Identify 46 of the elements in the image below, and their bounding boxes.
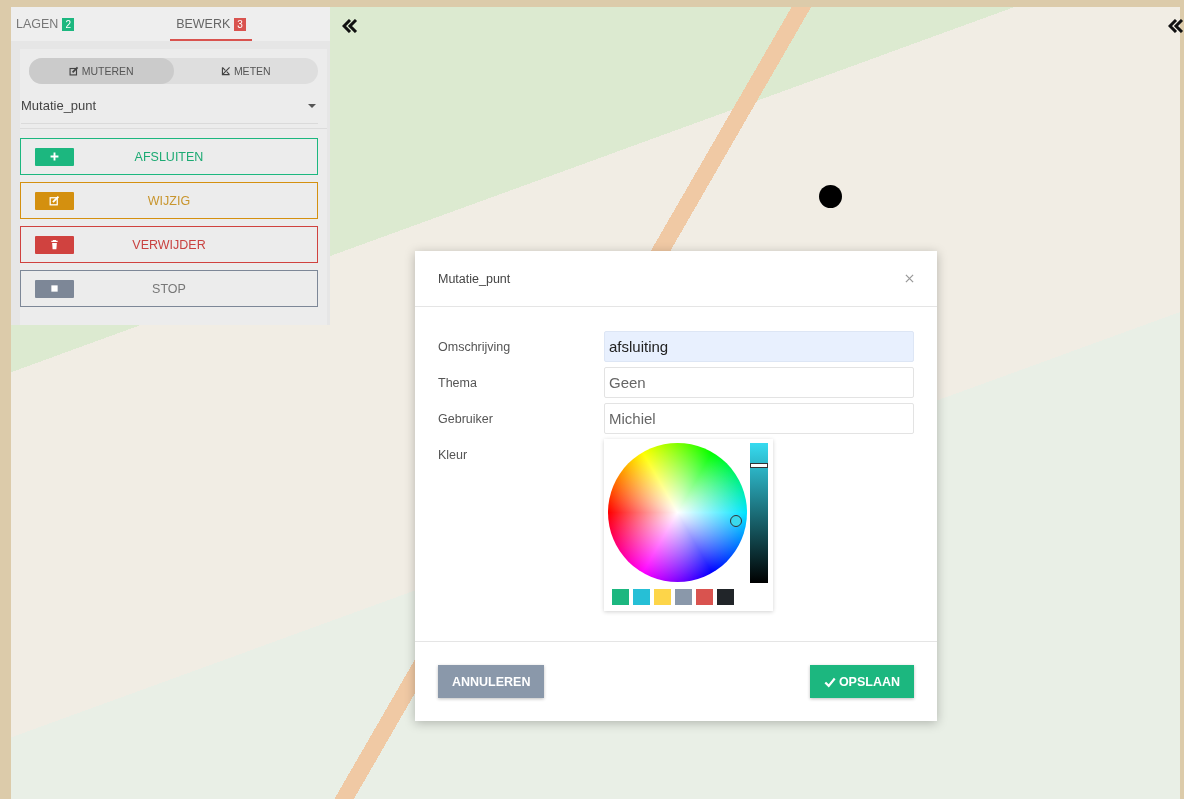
- panel-tab[interactable]: BEWERK 3: [170, 7, 252, 41]
- close-icon[interactable]: [905, 274, 914, 283]
- field-label: Omschrijving: [438, 339, 512, 354]
- color-swatch[interactable]: [675, 589, 692, 605]
- action-button[interactable]: STOP: [20, 270, 318, 307]
- collapse-icon[interactable]: [1168, 19, 1184, 33]
- plus-chip-icon: [35, 147, 74, 166]
- field-label: Thema: [438, 375, 478, 390]
- collapse-icon[interactable]: [342, 19, 358, 33]
- action-label: WIJZIG: [146, 193, 192, 208]
- action-button[interactable]: VERWIJDER: [20, 226, 318, 263]
- panel-tab[interactable]: LAGEN 2: [11, 7, 120, 41]
- action-label: AFSLUITEN: [133, 149, 205, 164]
- color-swatch[interactable]: [717, 589, 734, 605]
- count-badge: 3: [234, 17, 246, 31]
- text-field[interactable]: Geen: [604, 367, 914, 398]
- save-button[interactable]: OPSLAAN: [809, 665, 914, 698]
- caret-icon: [308, 103, 316, 108]
- brightness-slider[interactable]: [750, 443, 768, 583]
- slider-thumb[interactable]: [750, 463, 768, 469]
- action-button[interactable]: AFSLUITEN: [20, 138, 318, 175]
- layer-dropdown[interactable]: Mutatie_punt: [21, 98, 318, 124]
- pencil-square-chip-icon: [35, 191, 74, 210]
- pencil-square-icon: [68, 66, 79, 76]
- color-swatch[interactable]: [654, 589, 671, 605]
- check-icon: [823, 675, 836, 688]
- color-swatch[interactable]: [633, 589, 650, 605]
- ruler-icon: [220, 66, 231, 76]
- mode-tab[interactable]: METEN: [173, 58, 318, 84]
- cancel-button[interactable]: ANNULEREN: [438, 665, 545, 698]
- color-swatch[interactable]: [612, 589, 629, 605]
- text-field[interactable]: afsluiting: [604, 331, 914, 362]
- field-label: Gebruiker: [438, 411, 494, 426]
- count-badge: 2: [62, 17, 74, 31]
- action-label: STOP: [151, 281, 187, 296]
- action-label: VERWIJDER: [131, 237, 207, 252]
- dialog-title: Mutatie_punt: [438, 271, 511, 286]
- color-swatch[interactable]: [696, 589, 713, 605]
- map-marker[interactable]: [819, 185, 842, 208]
- trash-chip-icon: [35, 235, 74, 254]
- text-field[interactable]: Michiel: [604, 403, 914, 434]
- picker-handle[interactable]: [730, 515, 742, 527]
- field-label: Kleur: [438, 447, 469, 462]
- square-chip-icon: [35, 279, 74, 298]
- dropdown-value: Mutatie_punt: [21, 98, 97, 113]
- mode-tab[interactable]: MUTEREN: [29, 58, 174, 84]
